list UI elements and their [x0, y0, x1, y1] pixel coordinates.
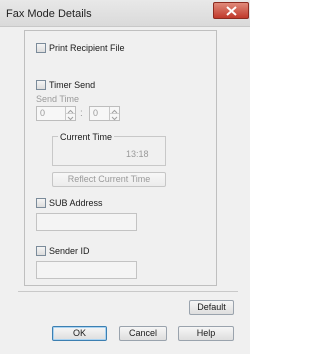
send-time-label: Send Time — [36, 94, 80, 104]
sender-id-label: Sender ID — [49, 246, 90, 256]
checkbox-box[interactable] — [36, 43, 46, 53]
current-time-label: Current Time — [58, 132, 115, 142]
separator-line — [18, 291, 238, 292]
sender-id-checkbox[interactable]: Sender ID — [36, 246, 156, 260]
help-button[interactable]: Help — [178, 326, 234, 341]
timer-send-label: Timer Send — [49, 80, 96, 90]
sender-id-field[interactable] — [36, 261, 137, 279]
reflect-current-time-button[interactable]: Reflect Current Time — [52, 172, 166, 187]
checkbox-box[interactable] — [36, 198, 46, 208]
current-time-value: 13:18 — [126, 149, 149, 159]
cancel-button[interactable]: Cancel — [119, 326, 167, 341]
sub-address-checkbox[interactable]: SUB Address — [36, 198, 156, 212]
send-time-minute-spinner[interactable]: 0 — [89, 106, 120, 121]
hour-value: 0 — [40, 108, 46, 118]
window-title: Fax Mode Details — [6, 8, 92, 20]
ok-button[interactable]: OK — [52, 326, 107, 341]
close-button[interactable] — [213, 2, 249, 19]
default-button[interactable]: Default — [189, 300, 234, 315]
print-recipient-file-checkbox[interactable]: Print Recipient File — [36, 43, 196, 57]
fax-mode-details-dialog: Fax Mode Details Print Recipient File Ti… — [0, 0, 250, 354]
hour-spin-buttons — [65, 107, 75, 121]
minute-value: 0 — [93, 108, 99, 118]
time-separator: : — [80, 108, 83, 119]
sub-address-field[interactable] — [36, 213, 137, 231]
timer-send-checkbox[interactable]: Timer Send — [36, 80, 156, 94]
send-time-hour-spinner[interactable]: 0 — [36, 106, 76, 121]
chevron-down-icon — [111, 116, 118, 121]
print-recipient-file-label: Print Recipient File — [49, 43, 125, 53]
hour-decrement-button[interactable] — [66, 113, 75, 121]
minute-spin-buttons — [109, 107, 119, 121]
chevron-down-icon — [67, 116, 74, 121]
close-icon — [226, 6, 237, 16]
title-bar: Fax Mode Details — [0, 0, 250, 27]
sub-address-label: SUB Address — [49, 198, 103, 208]
checkbox-box[interactable] — [36, 80, 46, 90]
checkbox-box[interactable] — [36, 246, 46, 256]
minute-decrement-button[interactable] — [110, 113, 119, 121]
